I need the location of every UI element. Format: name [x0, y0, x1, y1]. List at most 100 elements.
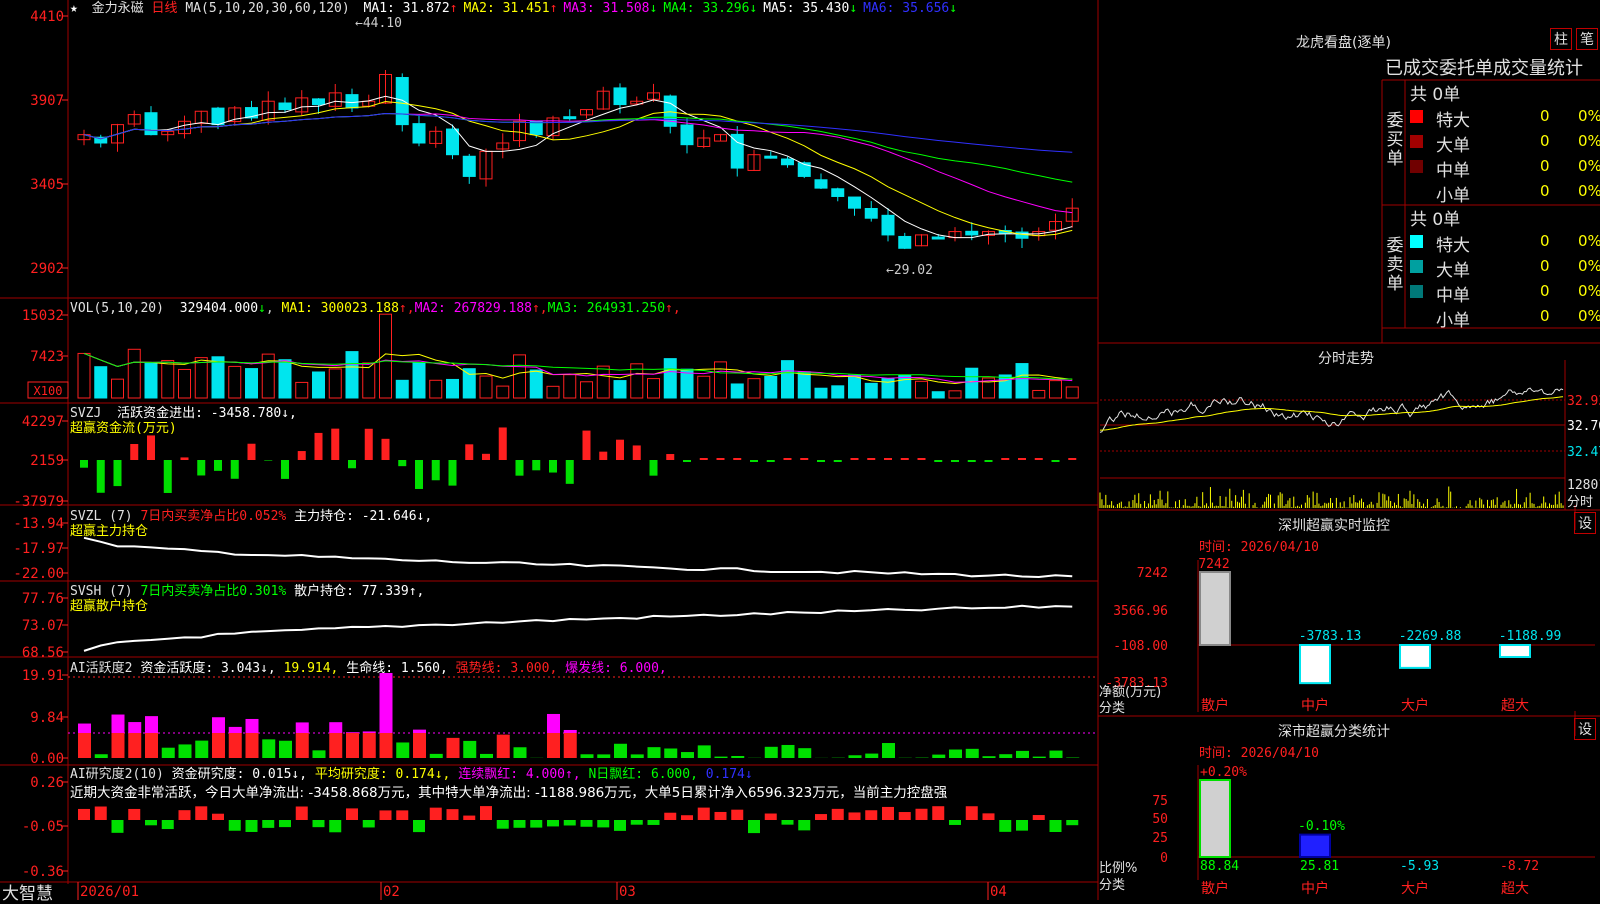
ai-active-bar-top [564, 730, 577, 733]
ai-research-bar [313, 820, 325, 827]
ai-active-bar [631, 754, 644, 758]
ai-active-bar [329, 733, 342, 758]
volume-bar [480, 376, 492, 398]
sell-order-name: 特大 [1436, 231, 1470, 256]
volume-bar [145, 364, 157, 398]
volume-bar [547, 386, 559, 398]
sz-class-category-0: 散户 [1201, 880, 1229, 897]
sell-order-row-3: 小单00% [1410, 305, 1600, 329]
ai-active-bar [597, 754, 610, 758]
svzj-bar [365, 429, 373, 460]
ma-value-2: MA2: 31.451↑ [463, 1, 557, 16]
ai-active-bar-top [246, 719, 259, 733]
ai-active-bar [849, 755, 862, 758]
ai-active-bar [128, 733, 141, 758]
period-label[interactable]: 日线 [152, 1, 178, 16]
ai-research-bar [748, 820, 760, 833]
svzj-bar [432, 460, 440, 480]
svzj-bar [482, 454, 490, 460]
svzj-bar [884, 458, 892, 460]
svzj-bar [298, 451, 306, 460]
svzj-bar [817, 460, 825, 462]
ai-active-header: AI活跃度2 资金活跃度: 3.043↓, 19.914, 生命线: 1.560… [70, 661, 667, 676]
ai-research-bar [916, 809, 928, 820]
ai-research-bar [380, 810, 392, 820]
vol-unit-label: X100 [34, 384, 63, 398]
candle-body [681, 125, 693, 145]
ai-research-bar [798, 820, 810, 830]
candle-body [882, 215, 894, 235]
column-view-button[interactable]: 柱 [1550, 28, 1572, 50]
ai-active-bar-top [112, 715, 125, 733]
volume-bar [246, 369, 258, 398]
star-icon: ★ [70, 1, 78, 16]
price-tick-0: 4410 [30, 9, 64, 25]
svzj-bar [197, 460, 205, 475]
ai-active-bar [949, 750, 962, 758]
svzl-tick-1: -17.97 [13, 541, 64, 557]
buy-order-row-0: 特大00% [1410, 105, 1600, 129]
svzj-bar [214, 460, 222, 471]
svzj-bar [700, 458, 708, 460]
svsh-line [84, 606, 1072, 651]
sell-order-row-1: 大单00% [1410, 255, 1600, 279]
sell-order-pct: 0% [1578, 282, 1600, 300]
volume-bar [648, 379, 660, 398]
volume-bar [916, 381, 928, 398]
ai-research-bar [581, 820, 593, 827]
ai-research-bar [1016, 820, 1028, 831]
buy-order-pct: 0% [1578, 107, 1600, 125]
ai-research-bar [832, 809, 844, 820]
ai-active-bar-top [363, 731, 376, 733]
ai-active-bar-top [212, 717, 225, 733]
sell-order-row-2: 中单00% [1410, 280, 1600, 304]
ai-active-bar [480, 754, 493, 758]
ai-active-bar [380, 733, 393, 758]
x-axis-label-0: 2026/01 [80, 884, 139, 900]
ma-line-1 [84, 96, 1072, 237]
vol-value: 329404.000 [180, 301, 258, 316]
ai-active-bar [296, 733, 309, 758]
svzj-bar [281, 460, 289, 479]
ai-research-bar [597, 820, 609, 827]
chart-canvas: 4410390734052902150327423422972159-37979… [0, 0, 1600, 900]
svzj-bar [114, 460, 122, 486]
ai-active-bar [731, 756, 744, 758]
volume-bar [564, 375, 576, 398]
volume-bar [966, 368, 978, 398]
candle-body [832, 189, 844, 197]
ai-research-tick-0: 0.26 [30, 775, 64, 791]
candle-body [966, 231, 978, 235]
ai-research-bar [497, 820, 509, 829]
sz-monitor-time: 时间: 2026/04/10 [1199, 536, 1319, 555]
sz-monitor-settings-button[interactable]: 设 [1574, 512, 1596, 534]
sz-class-settings-button[interactable]: 设 [1574, 718, 1596, 740]
sz-monitor-category-3: 超大 [1501, 698, 1529, 714]
vol-tick-1: 7423 [30, 349, 64, 365]
ai-research-bar [731, 810, 743, 820]
ai-active-tick-0: 19.91 [22, 668, 64, 684]
svsh-tick-2: 68.56 [22, 645, 64, 661]
svzj-bar [867, 458, 875, 460]
ai-research-bar [849, 812, 861, 820]
candle-body [731, 134, 743, 168]
order-stat-title: 已成交委托单成交量统计 [1385, 54, 1583, 80]
ai-research-bar [346, 808, 358, 820]
volume-bar [447, 379, 459, 398]
timeshare-title: 分时走势 [1318, 348, 1374, 368]
ai-active-bar [966, 749, 979, 758]
tick-view-button[interactable]: 笔 [1576, 28, 1598, 50]
x-axis-label-2: 03 [619, 884, 636, 900]
buy-order-count: 0 [1540, 182, 1550, 200]
ai-research-bar [212, 814, 224, 820]
buy-order-row-2: 中单00% [1410, 155, 1600, 179]
ai-research-tick-1: -0.05 [22, 819, 64, 835]
sz-monitor-tick-0: 7242 [1137, 566, 1168, 581]
svzj-bar [264, 460, 272, 461]
svzj-tick-2: -37979 [13, 494, 64, 510]
timeshare-vol-unit: 分时 [1567, 495, 1593, 510]
sell-order-pct: 0% [1578, 232, 1600, 250]
sz-class-value-1: 25.81 [1300, 859, 1339, 874]
volume-bar [731, 384, 743, 398]
svzj-bar [1068, 458, 1076, 460]
